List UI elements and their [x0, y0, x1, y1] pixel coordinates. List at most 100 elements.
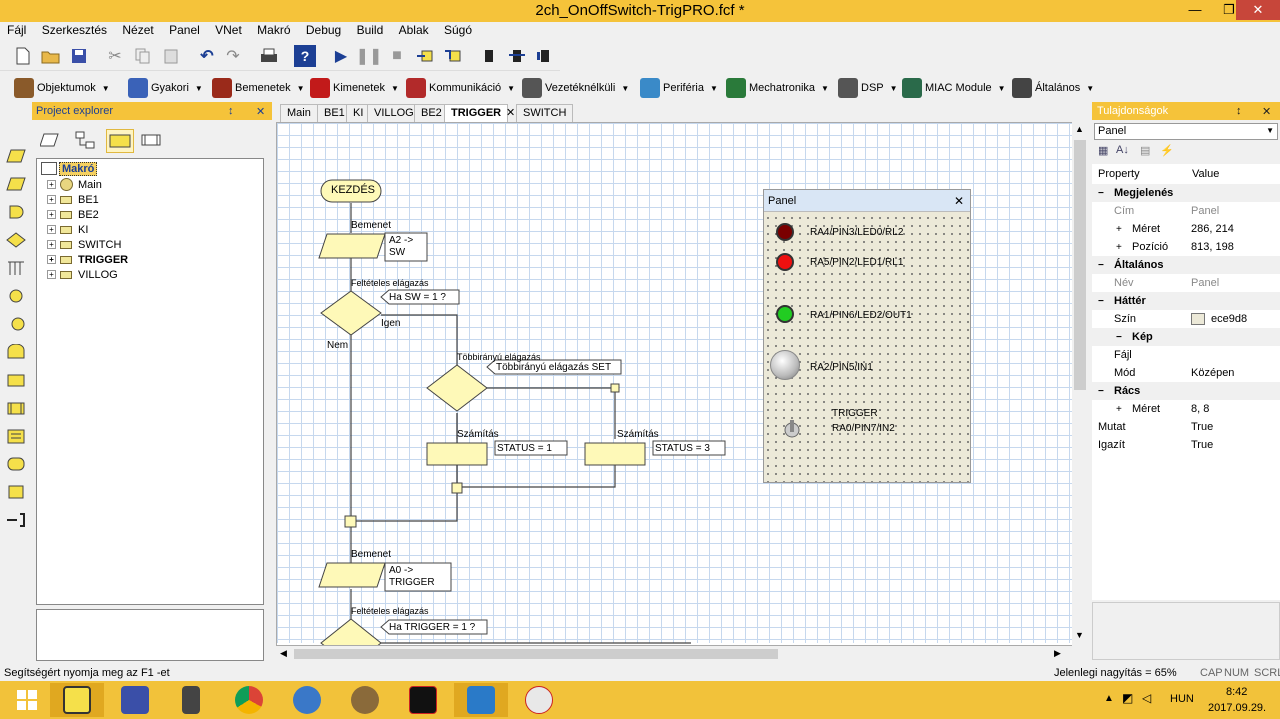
tab-main[interactable]: Main — [280, 104, 318, 122]
tree-item-switch[interactable]: + SWITCH — [47, 237, 121, 252]
macro-call-icon-tool[interactable] — [5, 398, 27, 418]
tree-item-villog[interactable]: + VILLOG — [47, 267, 118, 282]
expand-icon[interactable]: + — [47, 240, 56, 249]
menu-edit[interactable]: Szerkesztés — [35, 22, 112, 37]
scroll-thumb[interactable] — [294, 649, 778, 659]
input2-shape[interactable] — [318, 562, 386, 588]
tree-item-be1[interactable]: + BE1 — [47, 192, 99, 207]
events-icon[interactable]: ⚡ — [1160, 144, 1174, 157]
inputs-menu[interactable]: Bemenetek ▼ — [212, 77, 305, 99]
chip-hex-icon[interactable] — [506, 45, 528, 67]
start-button[interactable] — [0, 683, 54, 717]
tab-close-icon[interactable]: ✕ — [506, 106, 515, 119]
prop-row[interactable]: Mód Középen — [1092, 364, 1280, 382]
sort-alpha-icon[interactable]: A↓ — [1116, 144, 1129, 156]
calc2-shape[interactable] — [584, 442, 646, 466]
taskbar-app-snipping[interactable] — [512, 683, 566, 717]
goto-icon-tool[interactable] — [5, 314, 27, 334]
dsp-menu[interactable]: DSP ▼ — [838, 77, 898, 99]
pin-icon[interactable]: ↕ — [1236, 105, 1242, 117]
scroll-up-icon[interactable]: ▲ — [1075, 124, 1084, 134]
taskbar-app-paint[interactable] — [338, 683, 392, 717]
close-icon[interactable]: ✕ — [1262, 105, 1271, 118]
decision-icon-tool[interactable] — [5, 230, 27, 250]
led0-icon[interactable] — [776, 223, 794, 241]
vertical-scrollbar[interactable]: ▲ ▼ — [1072, 122, 1088, 646]
expand-icon[interactable]: + — [47, 210, 56, 219]
prop-row[interactable]: Szín ece9d8 — [1092, 310, 1280, 328]
prop-row[interactable]: + Pozíció 813, 198 — [1092, 238, 1280, 256]
switch-shape[interactable] — [426, 364, 488, 412]
stop-icon[interactable]: ■ — [386, 45, 408, 67]
object-selector[interactable]: Panel ▼ — [1094, 123, 1278, 140]
wireless-menu[interactable]: Vezetéknélküli ▼ — [522, 77, 629, 99]
scroll-thumb[interactable] — [1074, 140, 1086, 390]
toggle-switch-icon[interactable] — [782, 418, 802, 442]
print-icon[interactable] — [258, 45, 280, 67]
prop-category[interactable]: − Háttér — [1092, 292, 1280, 310]
menu-help[interactable]: Súgó — [437, 22, 477, 37]
connection-icon-tool[interactable] — [5, 286, 27, 306]
clock-time[interactable]: 8:42 — [1226, 686, 1247, 698]
collapse-icon[interactable]: − — [1098, 296, 1104, 307]
chip-view-icon[interactable] — [39, 130, 64, 152]
menu-panel[interactable]: Panel — [162, 22, 205, 37]
delay-icon-tool[interactable] — [5, 202, 27, 222]
collapse-icon[interactable]: − — [1116, 332, 1122, 343]
cut-icon[interactable]: ✂ — [104, 45, 126, 67]
new-file-icon[interactable] — [12, 45, 34, 67]
tree-item-trigger[interactable]: + TRIGGER — [47, 252, 128, 267]
macro-view-icon[interactable] — [106, 129, 134, 153]
step-into-icon[interactable] — [414, 45, 436, 67]
input-icon-tool[interactable] — [5, 146, 27, 166]
taskbar-app-save[interactable] — [108, 683, 162, 717]
scroll-right-icon[interactable]: ▶ — [1054, 648, 1061, 659]
expand-icon[interactable]: + — [47, 255, 56, 264]
scroll-down-icon[interactable]: ▼ — [1075, 630, 1084, 640]
language-indicator[interactable]: HUN — [1170, 693, 1194, 705]
expand-icon[interactable]: + — [1116, 404, 1122, 415]
interrupt-icon-tool[interactable] — [5, 454, 27, 474]
prop-category[interactable]: − Kép — [1092, 328, 1280, 346]
volume-icon[interactable]: ◁ — [1142, 691, 1151, 705]
prop-row[interactable]: Mutat True — [1092, 418, 1280, 436]
tree-item-main[interactable]: + Main — [47, 177, 102, 192]
color-swatch[interactable] — [1191, 313, 1205, 325]
peripheral-menu[interactable]: Periféria ▼ — [640, 77, 718, 99]
mechatronics-menu[interactable]: Mechatronika ▼ — [726, 77, 829, 99]
pin-icon[interactable]: ↕ — [228, 105, 234, 117]
prop-category[interactable]: − Megjelenés — [1092, 184, 1280, 202]
expand-icon[interactable]: + — [47, 270, 56, 279]
outputs-menu[interactable]: Kimenetek ▼ — [310, 77, 399, 99]
prop-row[interactable]: Cím Panel — [1092, 202, 1280, 220]
collapse-icon[interactable]: − — [1098, 260, 1104, 271]
expand-icon[interactable]: + — [1116, 242, 1122, 253]
decision1-shape[interactable] — [320, 290, 382, 336]
undo-icon[interactable]: ↶ — [196, 45, 218, 67]
paste-icon[interactable] — [160, 45, 182, 67]
collapse-icon[interactable]: − — [1098, 386, 1104, 397]
general-menu[interactable]: Általános ▼ — [1012, 77, 1094, 99]
prop-row[interactable]: Név Panel — [1092, 274, 1280, 292]
menu-view[interactable]: Nézet — [115, 22, 158, 37]
step-over-icon[interactable] — [442, 45, 464, 67]
menu-debug[interactable]: Debug — [299, 22, 346, 37]
menu-vnet[interactable]: VNet — [208, 22, 247, 37]
taskbar-app-speaker[interactable] — [164, 683, 218, 717]
common-menu[interactable]: Gyakori ▼ — [128, 77, 203, 99]
input1-shape[interactable] — [318, 233, 386, 259]
output-icon-tool[interactable] — [5, 174, 27, 194]
prop-row[interactable]: Igazít True — [1092, 436, 1280, 454]
tray-up-icon[interactable]: ▲ — [1104, 693, 1114, 704]
switch-icon-tool[interactable] — [5, 258, 27, 278]
c-code-icon-tool[interactable] — [5, 482, 27, 502]
network-icon[interactable]: ◩ — [1122, 691, 1133, 705]
menu-build[interactable]: Build — [350, 22, 389, 37]
tab-switch[interactable]: SWITCH — [516, 104, 574, 122]
close-button[interactable]: ✕ — [1236, 0, 1280, 20]
taskbar-app-pickit[interactable] — [396, 683, 450, 717]
prop-row[interactable]: Fájl — [1092, 346, 1280, 364]
string-icon-tool[interactable] — [5, 426, 27, 446]
help-icon[interactable]: ? — [294, 45, 316, 67]
prop-row[interactable]: + Méret 286, 214 — [1092, 220, 1280, 238]
